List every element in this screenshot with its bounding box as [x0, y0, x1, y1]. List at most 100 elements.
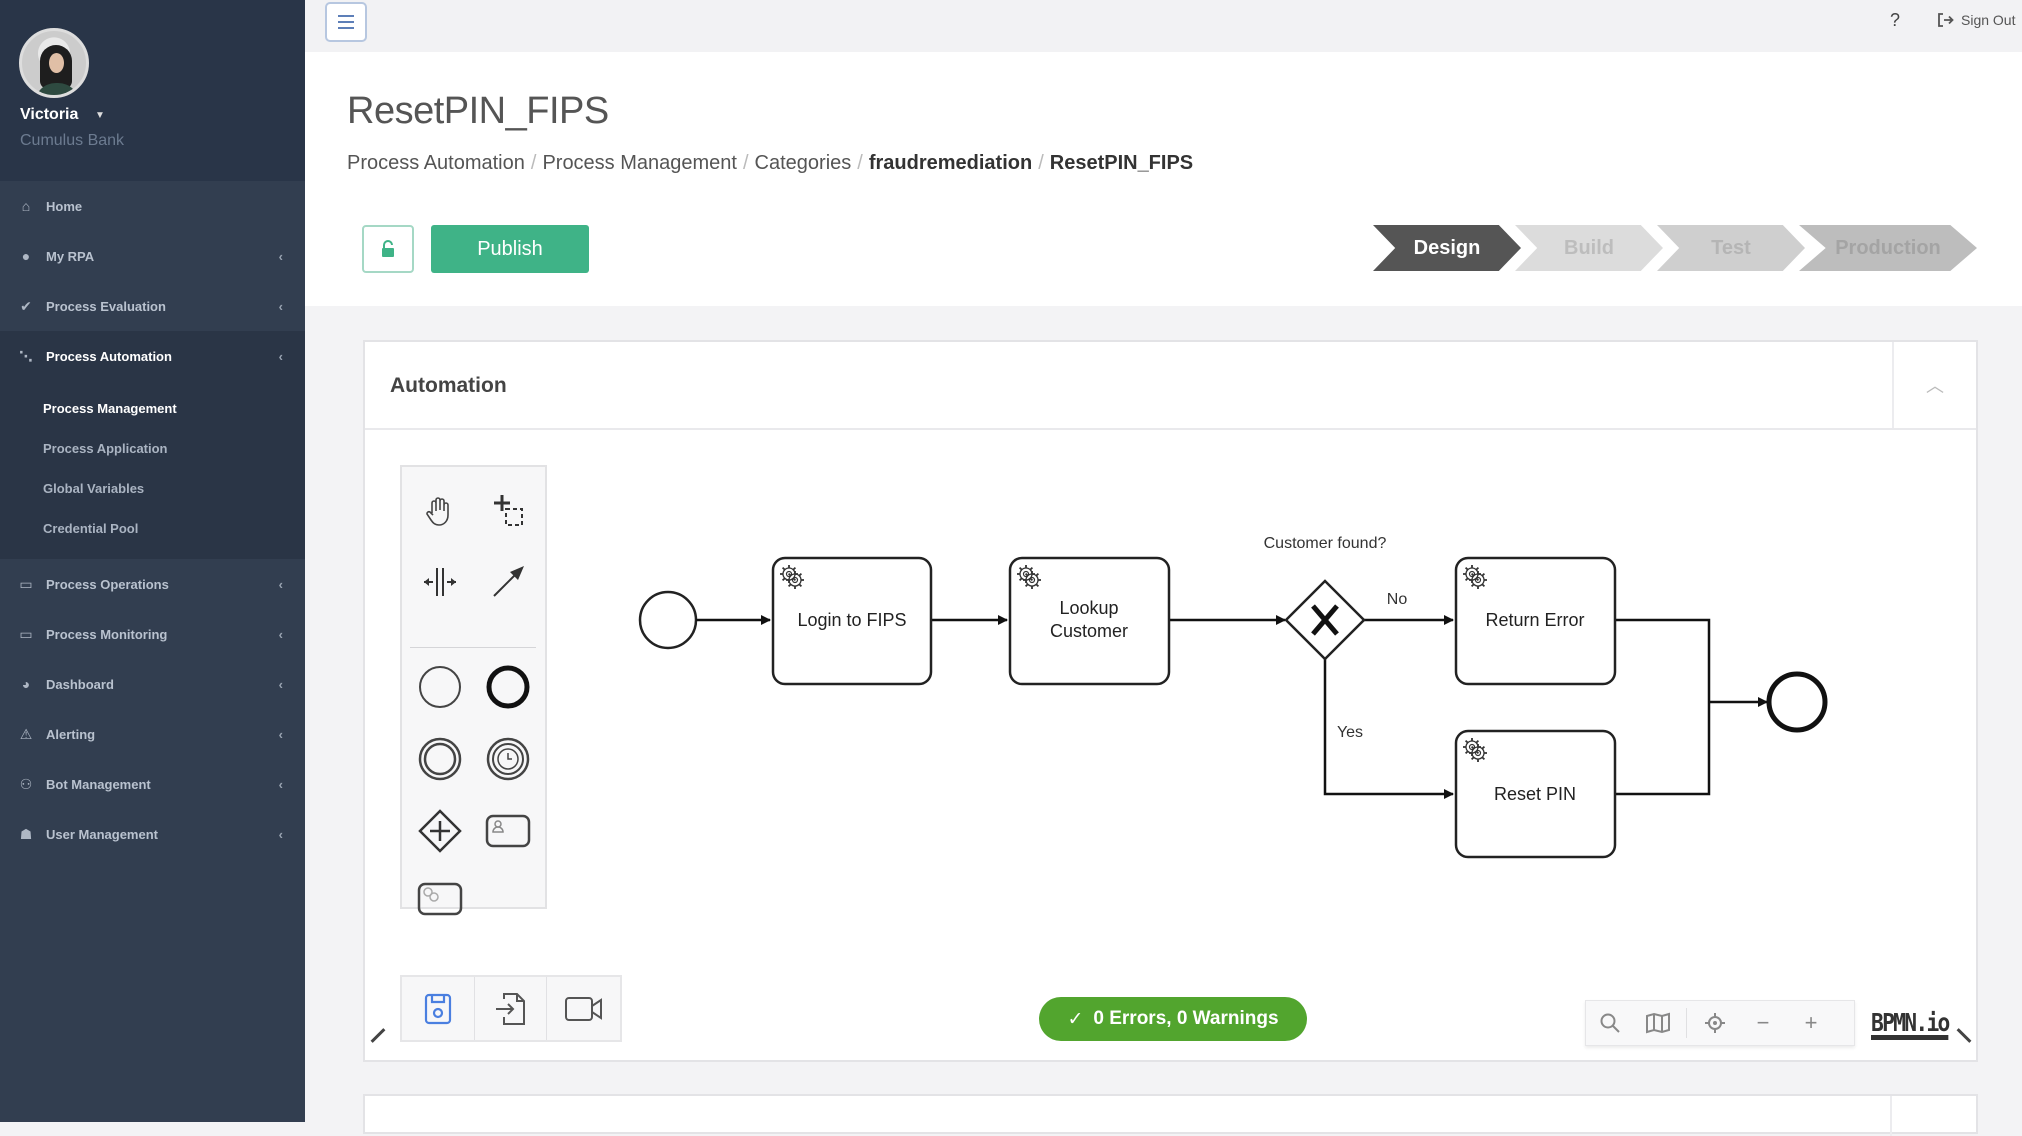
sidebar-item-process-operations[interactable]: ▭ Process Operations ‹ [0, 559, 305, 609]
start-event-tool[interactable] [412, 659, 468, 715]
double-circle-icon [418, 737, 462, 781]
end-event[interactable] [1766, 671, 1828, 733]
sidebar-item-process-automation[interactable]: ⋱ Process Automation ‹ [0, 331, 305, 381]
stage-design[interactable]: Design [1373, 225, 1521, 271]
page-title: ResetPIN_FIPS [347, 90, 609, 132]
minimap-button[interactable] [1634, 1001, 1682, 1045]
user-name[interactable]: Victoria [20, 106, 78, 124]
stage-build[interactable]: Build [1515, 225, 1663, 271]
minus-icon: − [1756, 1010, 1770, 1035]
chevron-left-icon: ‹ [278, 576, 283, 592]
breadcrumb-item[interactable]: Process Management [542, 152, 737, 175]
breadcrumb-separator: / [1038, 152, 1044, 174]
breadcrumb-separator: / [857, 152, 863, 174]
zoom-out-button[interactable]: − [1739, 1001, 1787, 1045]
zoom-in-button[interactable]: + [1787, 1001, 1835, 1045]
connect-tool[interactable] [480, 554, 536, 610]
breadcrumb-item[interactable]: Process Automation [347, 152, 525, 175]
chevron-left-icon: ‹ [278, 676, 283, 692]
sidebar-item-label: Home [46, 198, 83, 214]
monitor-icon: ▭ [19, 625, 33, 642]
sidebar-item-process-monitoring[interactable]: ▭ Process Monitoring ‹ [0, 609, 305, 659]
sidebar-item-process-evaluation[interactable]: ✔ Process Evaluation ‹ [0, 281, 305, 331]
user-icon: ● [21, 248, 31, 264]
timer-circle-icon [486, 737, 530, 781]
flow-icon: ⋱ [19, 347, 33, 364]
breadcrumb-separator: / [742, 152, 749, 174]
sidebar-item-label: Process Monitoring [46, 626, 168, 642]
search-button[interactable] [1586, 1001, 1634, 1045]
bpmn-canvas[interactable]: Login to FIPS Lookup Customer Customer f… [365, 342, 1976, 1060]
gateway-label: Customer found? [1264, 535, 1387, 552]
exclusive-gateway[interactable] [1284, 579, 1366, 661]
sidebar-nav: ⌂ Home ● My RPA ‹ ✔ Process Evaluation ‹… [0, 181, 305, 859]
validation-status-badge[interactable]: ✓ 0 Errors, 0 Warnings [1039, 997, 1307, 1041]
sidebar-subitem-credential-pool[interactable]: Credential Pool [0, 509, 305, 549]
chevron-left-icon: ‹ [278, 776, 283, 792]
task-reset-pin[interactable]: Reset PIN [1454, 729, 1617, 859]
page-header: ResetPIN_FIPS Process Automation / Proce… [305, 52, 2022, 306]
task-login-to-fips[interactable]: Login to FIPS [771, 556, 933, 686]
file-toolbar [400, 975, 622, 1042]
sidebar-item-label: Alerting [46, 726, 96, 742]
sidebar-item-alerting[interactable]: ⚠ Alerting ‹ [0, 709, 305, 759]
hamburger-icon [338, 13, 354, 31]
stage-production[interactable]: Production [1799, 225, 1977, 271]
breadcrumb-item[interactable]: Categories [755, 152, 852, 175]
import-button[interactable] [475, 977, 548, 1040]
sign-out-button[interactable]: Sign Out [1937, 12, 2015, 28]
flow-label-no: No [1387, 591, 1408, 608]
help-button[interactable]: ? [1890, 10, 1900, 31]
task-lookup-customer[interactable]: Lookup Customer [1008, 556, 1171, 686]
intermediate-event-tool[interactable] [412, 731, 468, 787]
task-label: Lookup [1059, 598, 1118, 618]
bpmn-palette [400, 465, 547, 916]
flow-label-yes: Yes [1337, 724, 1363, 741]
warning-icon: ⚠ [19, 725, 33, 742]
sidebar-subitem-process-management[interactable]: Process Management [0, 389, 305, 429]
start-event[interactable] [638, 590, 698, 650]
end-event-tool[interactable] [480, 659, 536, 715]
sidebar-item-home[interactable]: ⌂ Home [0, 181, 305, 231]
sidebar-item-dashboard[interactable]: ◕ Dashboard ‹ [0, 659, 305, 709]
chevron-left-icon: ‹ [278, 826, 283, 842]
chevron-left-icon: ‹ [278, 248, 283, 264]
gateway-tool[interactable] [412, 803, 468, 859]
lock-button[interactable] [362, 225, 414, 273]
space-tool[interactable] [412, 554, 468, 610]
sequence-flow[interactable] [1615, 618, 1711, 796]
sidebar-item-bot-management[interactable]: ⚇ Bot Management ‹ [0, 759, 305, 809]
bpmn-io-logo[interactable]: BPMN.io [1871, 1010, 1950, 1040]
breadcrumb: Process Automation / Process Management … [347, 152, 1193, 175]
service-task-tool[interactable] [412, 871, 468, 927]
breadcrumb-current: ResetPIN_FIPS [1049, 152, 1194, 174]
record-button[interactable] [547, 977, 620, 1040]
stage-test[interactable]: Test [1657, 225, 1805, 271]
circle-icon [419, 666, 461, 708]
publish-button[interactable]: Publish [431, 225, 589, 273]
center-button[interactable] [1691, 1001, 1739, 1045]
video-camera-icon [564, 996, 602, 1021]
menu-toggle-button[interactable] [325, 2, 367, 42]
check-icon: ✔ [20, 297, 32, 314]
hand-tool[interactable] [412, 483, 468, 539]
timer-event-tool[interactable] [480, 731, 536, 787]
user-task-icon [485, 814, 531, 848]
sign-out-label: Sign Out [1961, 12, 2016, 28]
breadcrumb-item[interactable]: fraudremediation [869, 152, 1032, 175]
user-task-tool[interactable] [480, 803, 536, 859]
lasso-tool[interactable] [480, 483, 536, 539]
sidebar-item-user-management[interactable]: ☗ User Management ‹ [0, 809, 305, 859]
sidebar-item-my-rpa[interactable]: ● My RPA ‹ [0, 231, 305, 281]
users-icon: ☗ [19, 825, 33, 842]
save-button[interactable] [402, 977, 475, 1040]
user-menu-caret-icon[interactable]: ▼ [95, 110, 105, 121]
sidebar-item-label: Dashboard [46, 676, 114, 692]
crosshair-icon [1705, 1013, 1725, 1033]
avatar[interactable] [19, 28, 89, 98]
task-return-error[interactable]: Return Error [1454, 556, 1617, 686]
sidebar-subitem-global-variables[interactable]: Global Variables [0, 469, 305, 509]
user-profile: Victoria ▼ Cumulus Bank [0, 0, 305, 181]
search-icon [1600, 1013, 1620, 1033]
sidebar-subitem-process-application[interactable]: Process Application [0, 429, 305, 469]
